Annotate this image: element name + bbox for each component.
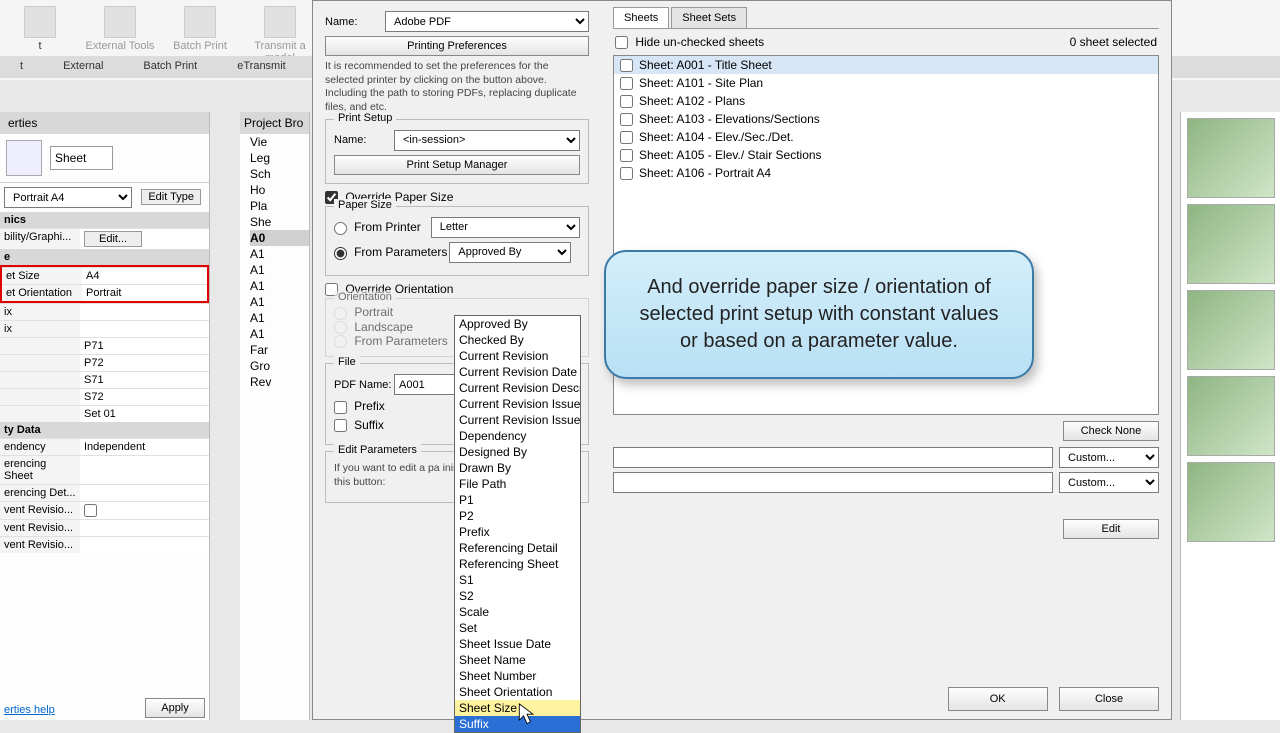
project-browser: Project Bro Vie Leg Sch Ho Pla She A0 A1… [240, 112, 310, 720]
orientation-title: Orientation [334, 291, 396, 303]
instance-selector[interactable]: Portrait A4 [4, 187, 132, 208]
from-printer-radio[interactable]: From Printer [334, 220, 421, 235]
printing-preferences-button[interactable]: Printing Preferences [325, 36, 589, 56]
browser-title: Project Bro [240, 112, 309, 134]
sheet-item[interactable]: Sheet: A102 - Plans [614, 92, 1158, 110]
landscape-radio: Landscape [334, 320, 413, 334]
category-graphics[interactable]: nics [0, 212, 209, 228]
selection-count: 0 sheet selected [1070, 35, 1157, 49]
printer-size-select[interactable]: Letter [431, 217, 580, 238]
suffix-input[interactable] [613, 472, 1053, 493]
thumbnail[interactable] [1187, 204, 1275, 284]
edit-params-button[interactable]: Edit [1063, 519, 1159, 539]
printer-select[interactable]: Adobe PDF [385, 11, 589, 32]
sheet-item[interactable]: Sheet: A104 - Elev./Sec./Det. [614, 128, 1158, 146]
printer-note: It is recommended to set the preferences… [325, 60, 589, 115]
paper-size-title: Paper Size [334, 199, 396, 211]
type-selector[interactable]: Sheet [50, 146, 113, 170]
thumbnail[interactable] [1187, 118, 1275, 198]
properties-palette: erties Sheet Portrait A4 Edit Type nics … [0, 112, 210, 720]
vg-edit-button[interactable]: Edit... [84, 231, 142, 247]
suffix-custom-select[interactable]: Custom... [1059, 472, 1159, 493]
rev-check[interactable] [84, 504, 97, 517]
close-button[interactable]: Close [1059, 687, 1159, 711]
sheet-item[interactable]: Sheet: A001 - Title Sheet [614, 56, 1158, 74]
thumbnail[interactable] [1187, 376, 1275, 456]
sheet-icon [6, 140, 42, 176]
thumbnail[interactable] [1187, 462, 1275, 542]
prefix-custom-select[interactable]: Custom... [1059, 447, 1159, 468]
setup-select[interactable]: <in-session> [394, 130, 580, 151]
edit-type-button[interactable]: Edit Type [141, 189, 201, 205]
orient-param-radio: From Parameters [334, 334, 448, 348]
callout-bubble: And override paper size / orientation of… [604, 250, 1034, 379]
portrait-radio: Portrait [334, 305, 393, 319]
sheet-item[interactable]: Sheet: A103 - Elevations/Sections [614, 110, 1158, 128]
apply-button[interactable]: Apply [145, 698, 205, 718]
parameter-dropdown[interactable]: Approved By Checked By Current Revision … [454, 315, 581, 733]
sheet-item[interactable]: Sheet: A105 - Elev./ Stair Sections [614, 146, 1158, 164]
printer-name-label: Name: [325, 16, 385, 28]
edit-params-title: Edit Parameters [334, 444, 421, 456]
from-params-radio[interactable]: From Parameters [334, 245, 447, 260]
category-identity[interactable]: ty Data [0, 422, 209, 438]
category-other[interactable]: e [0, 249, 209, 265]
ok-button[interactable]: OK [948, 687, 1048, 711]
thumbnail[interactable] [1187, 290, 1275, 370]
tab-sheets[interactable]: Sheets [613, 7, 669, 28]
tab-sheet-sets[interactable]: Sheet Sets [671, 7, 747, 28]
print-setup-title: Print Setup [334, 112, 396, 124]
hide-unchecked-check[interactable]: Hide un-checked sheets [615, 35, 764, 49]
pdf-name-label: PDF Name: [334, 379, 394, 391]
prefix-input[interactable] [613, 447, 1053, 468]
sheet-item[interactable]: Sheet: A101 - Site Plan [614, 74, 1158, 92]
print-setup-manager-button[interactable]: Print Setup Manager [334, 155, 580, 175]
file-title: File [334, 356, 360, 368]
param-size-select[interactable]: Approved By [449, 242, 571, 263]
suffix-check[interactable]: Suffix [334, 418, 384, 433]
properties-help-link[interactable]: erties help [4, 704, 55, 716]
sheet-item[interactable]: Sheet: A106 - Portrait A4 [614, 164, 1158, 182]
thumbnail-strip [1180, 112, 1280, 720]
prefix-check[interactable]: Prefix [334, 399, 385, 414]
check-none-button[interactable]: Check None [1063, 421, 1159, 441]
properties-title: erties [0, 112, 209, 134]
